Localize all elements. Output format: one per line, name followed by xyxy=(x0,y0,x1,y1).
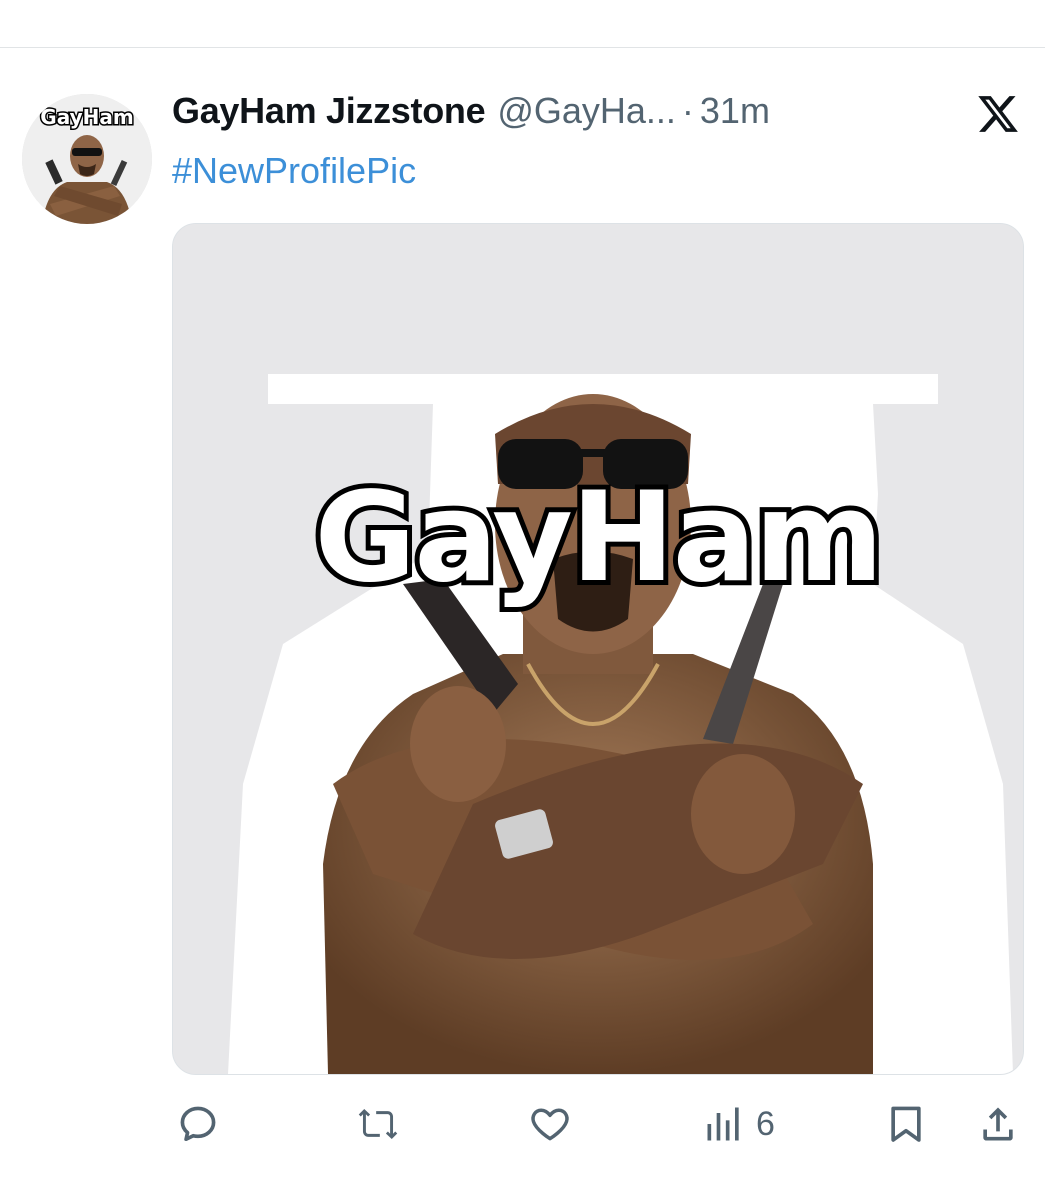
bookmark-icon xyxy=(891,1106,921,1142)
tweet-header: GayHam Jizzstone @GayHa... · 31m xyxy=(172,90,770,140)
timestamp[interactable]: 31m xyxy=(700,90,770,132)
handle[interactable]: @GayHa... xyxy=(497,90,676,132)
hashtag-link[interactable]: #NewProfilePic xyxy=(172,150,416,192)
share-icon xyxy=(983,1107,1013,1141)
media-caption: GayHam xyxy=(309,461,888,615)
top-divider xyxy=(0,47,1045,48)
views-count: 6 xyxy=(756,1104,775,1143)
reply-button[interactable] xyxy=(176,1096,220,1152)
views-button[interactable]: 6 xyxy=(702,1096,775,1152)
x-logo-icon xyxy=(978,96,1018,132)
separator-dot: · xyxy=(681,90,694,131)
bookmark-button[interactable] xyxy=(884,1096,928,1152)
display-name[interactable]: GayHam Jizzstone xyxy=(172,90,486,132)
tweet-media[interactable]: GayHam xyxy=(172,223,1024,1075)
retweet-button[interactable] xyxy=(356,1096,400,1152)
share-button[interactable] xyxy=(976,1096,1020,1152)
retweet-icon xyxy=(358,1108,398,1140)
avatar[interactable]: GayHam xyxy=(22,94,152,224)
like-button[interactable] xyxy=(528,1096,572,1152)
heart-icon xyxy=(531,1108,569,1141)
reply-icon xyxy=(180,1106,216,1142)
avatar-label: GayHam xyxy=(40,105,133,129)
action-bar: 6 xyxy=(172,1096,1032,1156)
views-icon xyxy=(707,1107,739,1141)
